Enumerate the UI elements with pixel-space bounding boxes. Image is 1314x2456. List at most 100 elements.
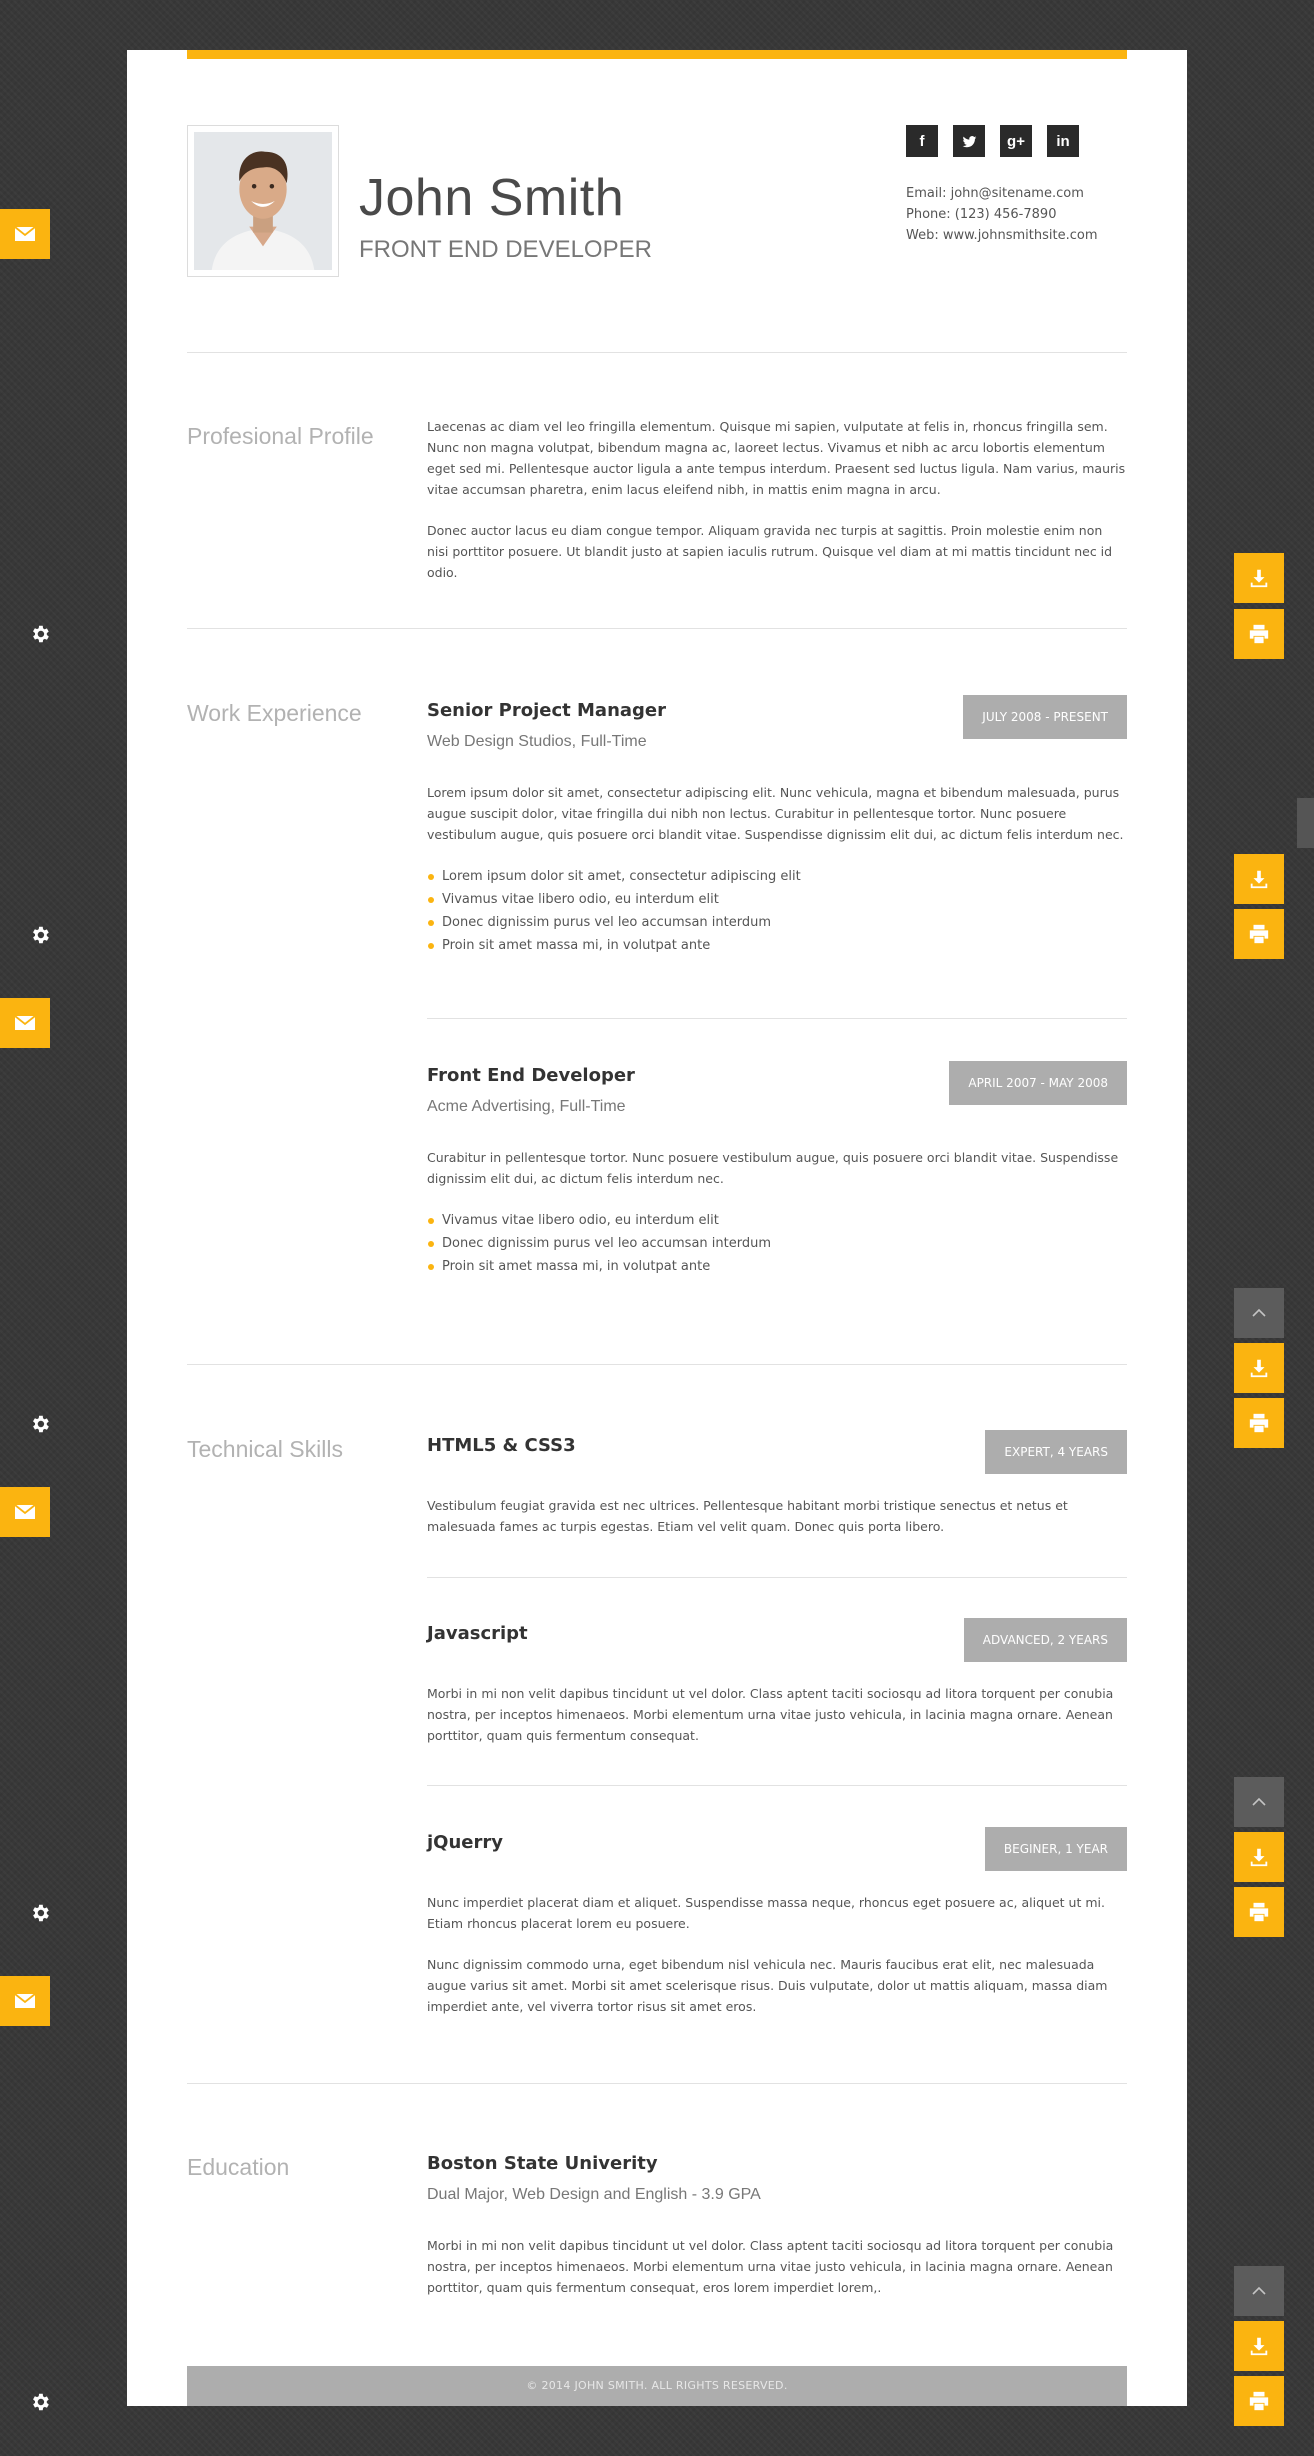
portrait-image	[194, 132, 332, 270]
linkedin-icon[interactable]: in	[1047, 125, 1079, 157]
download-icon	[1250, 1359, 1268, 1378]
skill-name: Javascript	[427, 1623, 528, 1644]
gear-icon	[33, 625, 49, 643]
edge-tab[interactable]	[1297, 798, 1314, 848]
education-description: Morbi in mi non velit dapibus tincidunt …	[427, 2238, 1114, 2295]
download-button[interactable]	[1234, 553, 1284, 603]
job-company: Acme Advertising, Full-Time	[427, 1098, 626, 1115]
list-item: Donec dignissim purus vel leo accumsan i…	[427, 1232, 771, 1255]
skill-level-badge: ADVANCED, 2 YEARS	[963, 1618, 1127, 1662]
divider	[187, 628, 1127, 629]
gear-icon	[33, 1415, 49, 1433]
mail-icon	[14, 1015, 36, 1030]
download-icon	[1250, 870, 1268, 889]
google-plus-icon[interactable]: g+	[1000, 125, 1032, 157]
date-badge: JULY 2008 - PRESENT	[963, 695, 1127, 739]
divider	[187, 2083, 1127, 2084]
print-button[interactable]	[1234, 609, 1284, 659]
list-item: Lorem ipsum dolor sit amet, consectetur …	[427, 865, 801, 888]
download-button[interactable]	[1234, 2321, 1284, 2371]
print-button[interactable]	[1234, 1887, 1284, 1937]
print-icon	[1249, 624, 1269, 644]
section-title-profile: Profesional Profile	[187, 423, 374, 449]
mail-icon	[14, 226, 36, 241]
scroll-top-button[interactable]	[1234, 2266, 1284, 2316]
settings-button[interactable]	[25, 1409, 55, 1439]
profile-paragraph: Laecenas ac diam vel leo fringilla eleme…	[427, 419, 1126, 497]
mail-button[interactable]	[0, 1487, 50, 1537]
list-item: Vivamus vitae libero odio, eu interdum e…	[427, 1209, 771, 1232]
job-role: FRONT END DEVELOPER	[359, 236, 652, 263]
mail-icon	[14, 1993, 36, 2008]
full-name: John Smith	[359, 169, 625, 227]
gear-icon	[33, 926, 49, 944]
chevron-up-icon	[1252, 1797, 1266, 1806]
skill-description: Nunc dignissim commodo urna, eget bibend…	[427, 1957, 1108, 2014]
resume-page: John Smith FRONT END DEVELOPER f g+ in E…	[127, 50, 1187, 2406]
scroll-top-button[interactable]	[1234, 1288, 1284, 1338]
chevron-up-icon	[1252, 1308, 1266, 1317]
print-icon	[1249, 1902, 1269, 1922]
download-icon	[1250, 2337, 1268, 2356]
settings-button[interactable]	[25, 619, 55, 649]
contact-info: Email: john@sitename.com Phone: (123) 45…	[906, 183, 1098, 246]
job-title: Senior Project Manager	[427, 700, 667, 721]
accent-top-bar	[187, 50, 1127, 59]
divider	[427, 1785, 1127, 1786]
list-item: Donec dignissim purus vel leo accumsan i…	[427, 911, 801, 934]
mail-button[interactable]	[0, 998, 50, 1048]
section-title-work: Work Experience	[187, 700, 362, 726]
date-badge: APRIL 2007 - MAY 2008	[949, 1061, 1127, 1105]
download-button[interactable]	[1234, 854, 1284, 904]
print-button[interactable]	[1234, 909, 1284, 959]
list-item: Vivamus vitae libero odio, eu interdum e…	[427, 888, 801, 911]
skill-name: HTML5 & CSS3	[427, 1435, 576, 1456]
skill-description: Morbi in mi non velit dapibus tincidunt …	[427, 1686, 1114, 1743]
download-icon	[1250, 1848, 1268, 1867]
gear-icon	[33, 1904, 49, 1922]
facebook-icon[interactable]: f	[906, 125, 938, 157]
print-button[interactable]	[1234, 1398, 1284, 1448]
print-icon	[1249, 2391, 1269, 2411]
contact-email: Email: john@sitename.com	[906, 186, 1084, 201]
mail-button[interactable]	[0, 209, 50, 259]
print-icon	[1249, 924, 1269, 944]
skill-description: Nunc imperdiet placerat diam et aliquet.…	[427, 1895, 1105, 1931]
school-name: Boston State Univerity	[427, 2153, 658, 2174]
job-title: Front End Developer	[427, 1065, 635, 1086]
contact-web: Web: www.johnsmithsite.com	[906, 228, 1098, 243]
settings-button[interactable]	[25, 920, 55, 950]
contact-phone: Phone: (123) 456-7890	[906, 207, 1057, 222]
job-description: Lorem ipsum dolor sit amet, consectetur …	[427, 785, 1124, 842]
download-button[interactable]	[1234, 1343, 1284, 1393]
download-icon	[1250, 569, 1268, 588]
skill-level-badge: BEGINER, 1 YEAR	[984, 1827, 1127, 1871]
footer: © 2014 JOHN SMITH. ALL RIGHTS RESERVED.	[187, 2366, 1127, 2406]
twitter-icon[interactable]	[953, 125, 985, 157]
skill-name: jQuerry	[427, 1832, 503, 1853]
divider	[427, 1577, 1127, 1578]
skill-description: Vestibulum feugiat gravida est nec ultri…	[427, 1498, 1068, 1534]
list-item: Proin sit amet massa mi, in volutpat ant…	[427, 934, 801, 957]
degree: Dual Major, Web Design and English - 3.9…	[427, 2186, 761, 2203]
list-item: Proin sit amet massa mi, in volutpat ant…	[427, 1255, 771, 1278]
job-bullet-list: Lorem ipsum dolor sit amet, consectetur …	[427, 865, 801, 957]
mail-button[interactable]	[0, 1976, 50, 2026]
divider	[187, 352, 1127, 353]
divider	[187, 1364, 1127, 1365]
print-button[interactable]	[1234, 2376, 1284, 2426]
profile-photo	[187, 125, 339, 277]
mail-icon	[14, 1504, 36, 1519]
print-icon	[1249, 1413, 1269, 1433]
job-description: Curabitur in pellentesque tortor. Nunc p…	[427, 1150, 1119, 1186]
job-company: Web Design Studios, Full-Time	[427, 733, 647, 750]
skill-level-badge: EXPERT, 4 YEARS	[985, 1430, 1127, 1474]
download-button[interactable]	[1234, 1832, 1284, 1882]
social-links: f g+ in	[906, 125, 1079, 157]
profile-paragraph: Donec auctor lacus eu diam congue tempor…	[427, 523, 1113, 580]
section-title-skills: Technical Skills	[187, 1436, 343, 1462]
settings-button[interactable]	[25, 2387, 55, 2417]
gear-icon	[33, 2393, 49, 2411]
scroll-top-button[interactable]	[1234, 1777, 1284, 1827]
settings-button[interactable]	[25, 1898, 55, 1928]
